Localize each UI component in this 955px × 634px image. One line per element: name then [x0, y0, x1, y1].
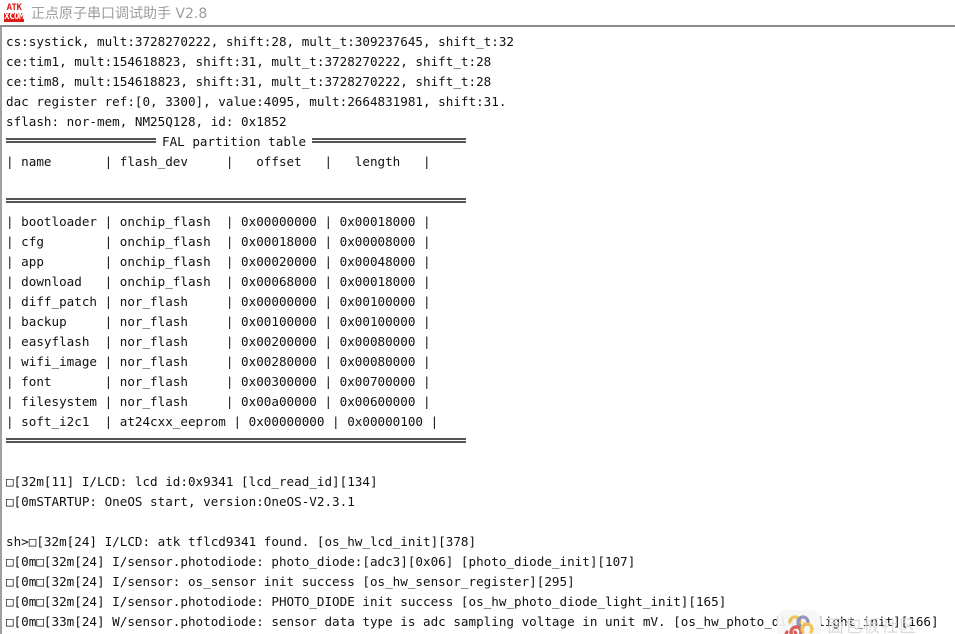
log-line: dac register ref:[0, 3300], value:4095, …: [6, 94, 507, 109]
log-line: ce:tim8, mult:154618823, shift:31, mult_…: [6, 74, 492, 89]
log-line: | download | onchip_flash | 0x00068000 |…: [6, 274, 431, 289]
log-line: cs:systick, mult:3728270222, shift:28, m…: [6, 34, 514, 49]
log-line-blank: [6, 452, 939, 472]
table-title-label: FAL partition table: [156, 132, 313, 152]
log-line: □[0m□[33m[24] W/sensor.photodiode: senso…: [6, 614, 939, 629]
log-line-blank: [6, 512, 939, 532]
log-line: | wifi_image | nor_flash | 0x00280000 | …: [6, 354, 431, 369]
log-line: □[0mSTARTUP: OneOS start, version:OneOS-…: [6, 494, 355, 509]
atk-xcom-logo-icon: ATK XCOM: [3, 2, 25, 24]
log-line: | name | flash_dev | offset | length |: [6, 154, 431, 169]
log-line: □[0m□[32m[24] I/sensor: os_sensor init s…: [6, 574, 575, 589]
serial-log-output[interactable]: cs:systick, mult:3728270222, shift:28, m…: [0, 27, 955, 634]
rule-bar: [6, 438, 466, 443]
log-line: sh>□[32m[24] I/LCD: atk tflcd9341 found.…: [6, 534, 477, 549]
logo-line-2: XCOM: [4, 11, 24, 22]
log-line: | filesystem | nor_flash | 0x00a00000 | …: [6, 394, 431, 409]
window-title: 正点原子串口调试助手 V2.8: [31, 5, 208, 22]
rule-bar: [6, 198, 466, 203]
log-line: □[0m□[32m[24] I/sensor.photodiode: PHOTO…: [6, 594, 727, 609]
log-line: sflash: nor-mem, NM25Q128, id: 0x1852: [6, 114, 287, 129]
log-line: | backup | nor_flash | 0x00100000 | 0x00…: [6, 314, 431, 329]
table-rule: [6, 432, 939, 452]
log-line: ce:tim1, mult:154618823, shift:31, mult_…: [6, 54, 492, 69]
log-line: | font | nor_flash | 0x00300000 | 0x0070…: [6, 374, 431, 389]
log-line-list: cs:systick, mult:3728270222, shift:28, m…: [6, 32, 939, 634]
log-line: □[0m□[32m[24] I/sensor.photodiode: photo…: [6, 554, 636, 569]
log-line: | app | onchip_flash | 0x00020000 | 0x00…: [6, 254, 431, 269]
log-line: □[32m[11] I/LCD: lcd id:0x9341 [lcd_read…: [6, 474, 378, 489]
table-title-rule: FAL partition table: [6, 132, 939, 152]
log-line: | easyflash | nor_flash | 0x00200000 | 0…: [6, 334, 431, 349]
log-line: | soft_i2c1 | at24cxx_eeprom | 0x0000000…: [6, 414, 439, 429]
table-rule: [6, 192, 939, 212]
log-line: | cfg | onchip_flash | 0x00018000 | 0x00…: [6, 234, 431, 249]
log-line: | diff_patch | nor_flash | 0x00000000 | …: [6, 294, 431, 309]
log-line-blank: [6, 172, 939, 192]
log-line: | bootloader | onchip_flash | 0x00000000…: [6, 214, 431, 229]
window-titlebar: ATK XCOM 正点原子串口调试助手 V2.8: [0, 0, 955, 27]
